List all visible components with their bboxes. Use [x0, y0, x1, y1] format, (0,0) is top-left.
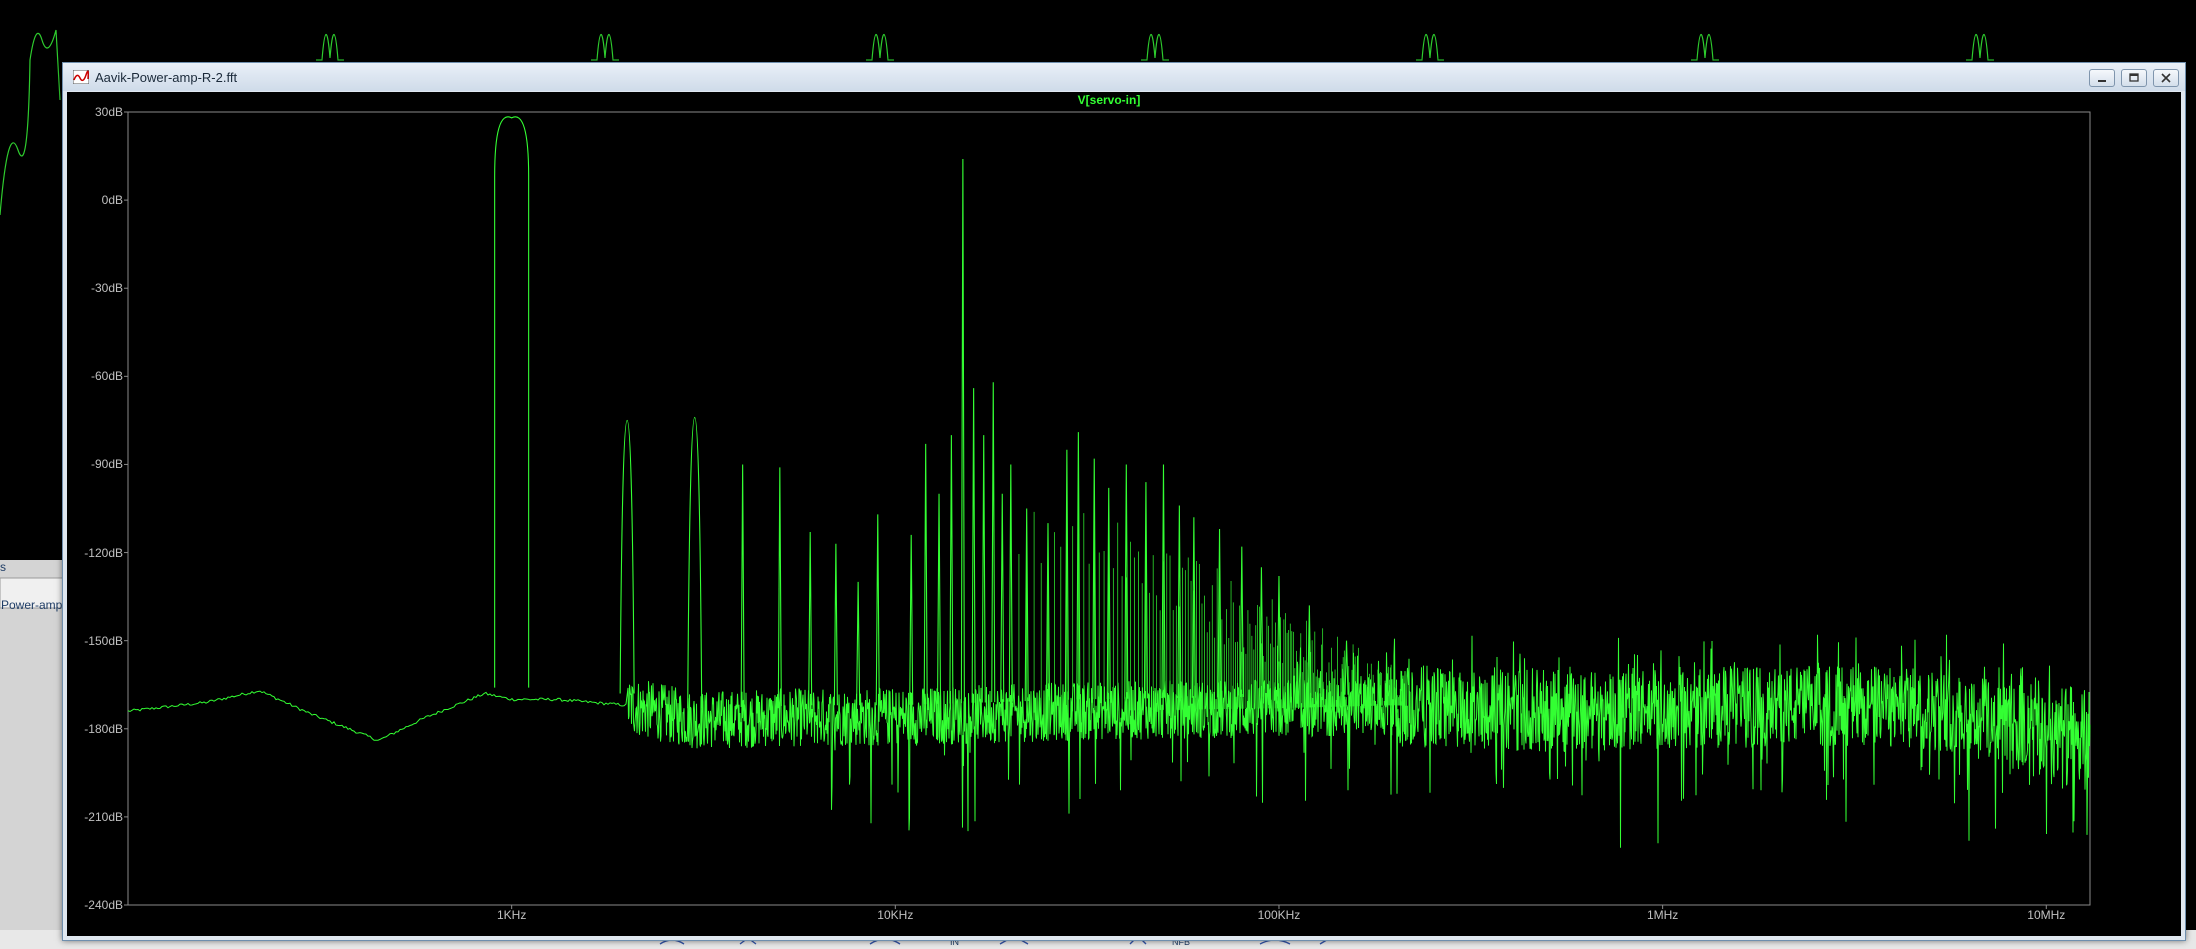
y-tick-label: -90dB	[90, 457, 123, 472]
y-tick-label: -30dB	[90, 281, 123, 296]
spectral-peak	[777, 467, 782, 707]
spectral-peak	[833, 543, 838, 706]
x-tick-label: 10KHz	[877, 908, 914, 922]
restore-button[interactable]	[2121, 69, 2147, 87]
spectral-peak	[960, 158, 965, 704]
spectral-peak	[494, 116, 530, 688]
y-tick-label: -60dB	[90, 369, 123, 384]
y-tick-label: -120dB	[84, 545, 123, 560]
spectral-peak	[1344, 640, 1349, 695]
x-tick-label: 1KHz	[496, 908, 527, 922]
minimize-icon	[2098, 80, 2106, 82]
spectral-peak	[1008, 464, 1013, 702]
plot-area[interactable]: V[servo-in] 30dB 0dB -30dB -60dB -90dB -120dB…	[67, 92, 2181, 936]
spectral-peak	[687, 416, 703, 709]
x-tick-label: 100KHz	[1257, 908, 1301, 922]
y-tick-label: 30dB	[94, 105, 123, 119]
close-button[interactable]	[2153, 69, 2179, 87]
series-v-servo-in	[127, 116, 2091, 848]
background-tab-fragment[interactable]: Power-amp	[1, 598, 62, 612]
spectral-peak	[923, 443, 928, 705]
spectral-peak	[981, 435, 986, 703]
background-label-fragment: s	[0, 560, 6, 574]
y-tick-label: -180dB	[84, 721, 123, 736]
minimize-button[interactable]	[2089, 69, 2115, 87]
ltspice-waveform-icon	[73, 70, 89, 84]
spectral-peak	[740, 464, 745, 708]
y-tick-label: -150dB	[84, 633, 123, 648]
axis-ticks	[124, 111, 2047, 909]
spectral-peak	[875, 514, 880, 706]
spectral-peak	[619, 419, 635, 694]
spectral-peak	[909, 534, 914, 705]
spectral-peak	[991, 382, 996, 703]
y-tick-label: 0dB	[101, 193, 123, 208]
spectral-peak	[1000, 493, 1005, 702]
window-title: Aavik-Power-amp-R-2.fft	[95, 70, 238, 85]
y-tick-label: -240dB	[84, 898, 123, 912]
trace-title[interactable]: V[servo-in]	[128, 93, 2090, 107]
x-tick-label: 1MHz	[1646, 908, 1679, 922]
spectral-peak	[856, 581, 861, 706]
fft-chart[interactable]	[67, 92, 2179, 934]
fft-plot-window[interactable]: Aavik-Power-amp-R-2.fft V[servo-in] 30dB…	[62, 62, 2186, 941]
close-icon	[2161, 73, 2171, 83]
spectral-peak	[971, 388, 976, 703]
spectral-peak	[936, 493, 942, 704]
window-titlebar[interactable]: Aavik-Power-amp-R-2.fft	[63, 63, 2185, 91]
y-tick-label: -210dB	[84, 809, 123, 824]
spectral-peak	[949, 435, 954, 704]
x-tick-label: 10MHz	[2027, 908, 2066, 922]
restore-icon	[2129, 73, 2139, 82]
spectral-peak	[808, 531, 813, 706]
